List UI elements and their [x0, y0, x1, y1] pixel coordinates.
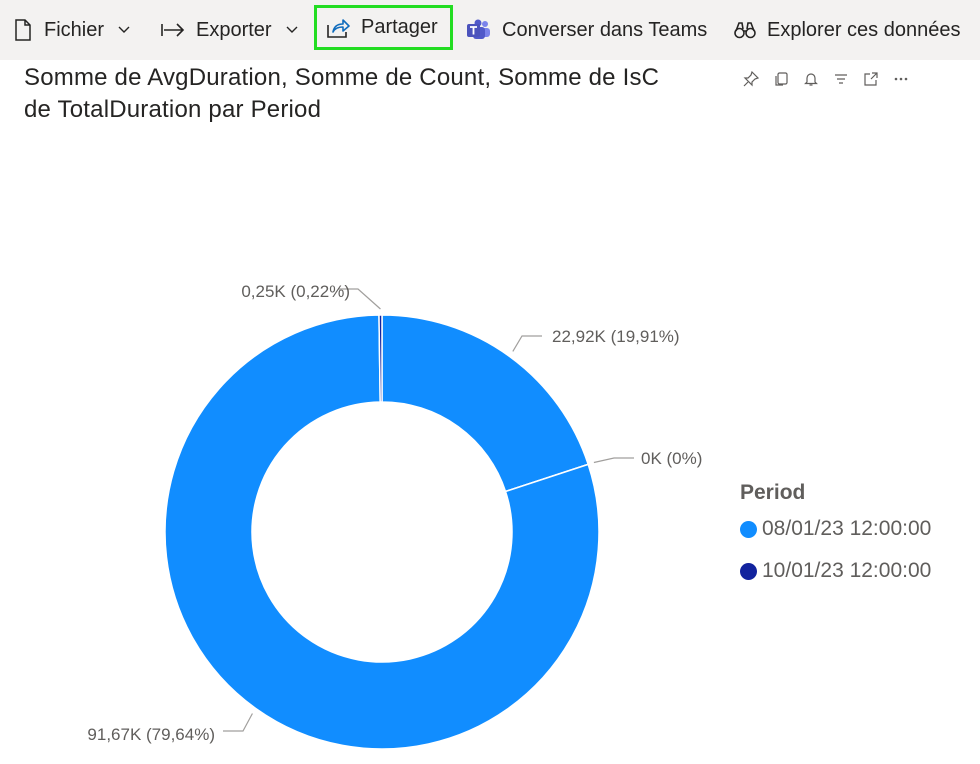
data-label: 0,25K (0,22%) [241, 282, 350, 301]
donut-slice[interactable] [378, 314, 383, 403]
legend-label: 10/01/23 12:00:00 [762, 559, 932, 582]
legend-label: 08/01/23 12:00:00 [762, 517, 932, 540]
data-label: 22,92K (19,91%) [552, 327, 680, 346]
legend-item[interactable]: 10/01/23 12:00:00 [740, 550, 931, 592]
leader-line [223, 713, 253, 732]
data-label: 91,67K (79,64%) [87, 725, 215, 744]
legend-marker [740, 520, 757, 538]
legend-title: Period [740, 481, 806, 504]
data-label: 0K (0%) [641, 449, 702, 468]
donut-chart: 22,92K (19,91%) 0K (0%) 91,67K (79,64%) 0,2… [87, 282, 702, 750]
legend-item[interactable]: 08/01/23 12:00:00 [740, 508, 931, 550]
chart-legend: Period 08/01/23 12:00:00 10/01/23 12:00:… [740, 478, 931, 592]
leader-line [512, 335, 542, 352]
leader-line [593, 457, 634, 464]
legend-marker [740, 562, 757, 580]
